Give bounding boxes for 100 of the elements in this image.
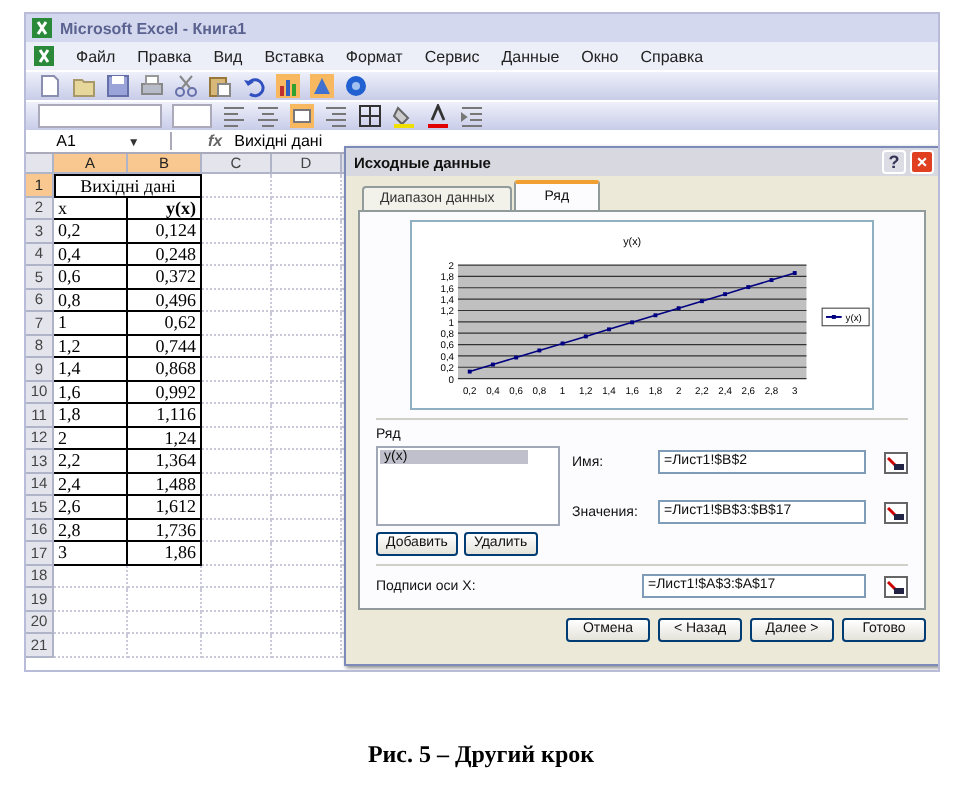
empty-cell[interactable] bbox=[202, 404, 272, 427]
merge-cells-icon[interactable] bbox=[290, 104, 314, 128]
collapse-icon[interactable] bbox=[884, 451, 908, 473]
font-field[interactable] bbox=[38, 104, 162, 128]
table-cell: x bbox=[54, 197, 128, 220]
menu-item[interactable]: Правка bbox=[137, 47, 192, 65]
empty-cell[interactable] bbox=[128, 565, 202, 588]
empty-cell[interactable] bbox=[272, 634, 342, 657]
help-button[interactable]: ? bbox=[882, 150, 906, 174]
drawing-icon[interactable] bbox=[310, 74, 334, 98]
paste-icon[interactable] bbox=[208, 74, 232, 98]
excel-icon bbox=[34, 46, 54, 66]
data-point bbox=[514, 355, 519, 360]
table-cell: y(x) bbox=[128, 197, 202, 220]
save-icon[interactable] bbox=[106, 74, 130, 98]
undo-icon[interactable] bbox=[242, 74, 266, 98]
empty-cell[interactable] bbox=[128, 588, 202, 611]
empty-cell[interactable] bbox=[202, 542, 272, 565]
empty-cell[interactable] bbox=[128, 634, 202, 657]
empty-cell[interactable] bbox=[202, 381, 272, 404]
align-right-icon[interactable] bbox=[324, 104, 348, 128]
empty-cell[interactable] bbox=[272, 496, 342, 519]
empty-cell[interactable] bbox=[272, 611, 342, 634]
empty-cell[interactable] bbox=[272, 174, 342, 197]
empty-cell[interactable] bbox=[202, 335, 272, 358]
empty-cell[interactable] bbox=[202, 634, 272, 657]
empty-cell[interactable] bbox=[272, 197, 342, 220]
empty-cell[interactable] bbox=[272, 473, 342, 496]
empty-cell[interactable] bbox=[202, 197, 272, 220]
table-cell: 1,8 bbox=[54, 404, 128, 427]
menu-item[interactable]: Сервис bbox=[424, 47, 480, 65]
empty-cell[interactable] bbox=[202, 565, 272, 588]
align-left-icon[interactable] bbox=[222, 104, 246, 128]
empty-cell[interactable] bbox=[272, 266, 342, 289]
empty-cell[interactable] bbox=[272, 381, 342, 404]
collapse-icon[interactable] bbox=[884, 575, 908, 597]
menu-item[interactable]: Данные bbox=[501, 47, 560, 65]
empty-cell[interactable] bbox=[272, 220, 342, 243]
empty-cell[interactable] bbox=[128, 611, 202, 634]
indent-icon[interactable] bbox=[460, 104, 484, 128]
empty-cell[interactable] bbox=[202, 243, 272, 266]
empty-cell[interactable] bbox=[202, 358, 272, 381]
empty-cell[interactable] bbox=[202, 174, 272, 197]
help-icon[interactable] bbox=[344, 74, 368, 98]
empty-cell[interactable] bbox=[202, 496, 272, 519]
table-cell: 1,2 bbox=[54, 335, 128, 358]
close-button[interactable]: × bbox=[910, 150, 934, 174]
empty-cell[interactable] bbox=[202, 427, 272, 450]
fill-color-icon[interactable] bbox=[392, 104, 416, 128]
empty-cell[interactable] bbox=[202, 588, 272, 611]
menu-item[interactable]: Окно bbox=[581, 47, 619, 65]
borders-icon[interactable] bbox=[358, 104, 382, 128]
collapse-icon[interactable] bbox=[884, 501, 908, 523]
table-cell: 1,364 bbox=[128, 450, 202, 473]
data-point bbox=[676, 306, 681, 311]
data-point bbox=[537, 348, 542, 353]
empty-cell[interactable] bbox=[202, 266, 272, 289]
empty-cell[interactable] bbox=[272, 358, 342, 381]
table-cell: 0,8 bbox=[54, 289, 128, 312]
empty-cell[interactable] bbox=[202, 312, 272, 335]
empty-cell[interactable] bbox=[202, 450, 272, 473]
chart-icon[interactable] bbox=[276, 74, 300, 98]
table-cell: 2,4 bbox=[54, 473, 128, 496]
empty-cell[interactable] bbox=[272, 450, 342, 473]
empty-cell[interactable] bbox=[272, 243, 342, 266]
select-all-button[interactable] bbox=[26, 154, 54, 174]
empty-cell[interactable] bbox=[272, 588, 342, 611]
empty-cell[interactable] bbox=[202, 611, 272, 634]
table-cell: 2,6 bbox=[54, 496, 128, 519]
empty-cell[interactable] bbox=[202, 220, 272, 243]
empty-cell[interactable] bbox=[272, 404, 342, 427]
font-color-icon[interactable] bbox=[426, 104, 450, 128]
table-cell: 2 bbox=[54, 427, 128, 450]
font-size-field[interactable] bbox=[172, 104, 212, 128]
formula-field[interactable]: Вихідні дані bbox=[234, 132, 323, 150]
empty-cell[interactable] bbox=[202, 473, 272, 496]
empty-cell[interactable] bbox=[272, 542, 342, 565]
cut-icon[interactable] bbox=[174, 74, 198, 98]
table-cell: 1,488 bbox=[128, 473, 202, 496]
print-icon[interactable] bbox=[140, 74, 164, 98]
empty-cell[interactable] bbox=[272, 519, 342, 542]
data-point bbox=[490, 362, 495, 367]
menu-item[interactable]: Формат bbox=[345, 47, 403, 65]
empty-cell[interactable] bbox=[202, 519, 272, 542]
empty-cell[interactable] bbox=[272, 289, 342, 312]
table-cell: 1,86 bbox=[128, 542, 202, 565]
empty-cell[interactable] bbox=[272, 312, 342, 335]
function-button[interactable]: fx bbox=[208, 132, 223, 150]
empty-cell[interactable] bbox=[272, 565, 342, 588]
table-cell: 0,992 bbox=[128, 381, 202, 404]
table-cell: 1,24 bbox=[128, 427, 202, 450]
menu-item[interactable]: Справка bbox=[640, 47, 704, 65]
empty-cell[interactable] bbox=[272, 335, 342, 358]
data-point bbox=[583, 334, 588, 339]
menu-item[interactable]: Вид bbox=[213, 47, 243, 65]
align-center-icon[interactable] bbox=[256, 104, 280, 128]
menu-item[interactable]: Вставка bbox=[264, 47, 324, 65]
empty-cell[interactable] bbox=[272, 427, 342, 450]
menu-item[interactable]: Файл bbox=[76, 47, 116, 65]
empty-cell[interactable] bbox=[202, 289, 272, 312]
